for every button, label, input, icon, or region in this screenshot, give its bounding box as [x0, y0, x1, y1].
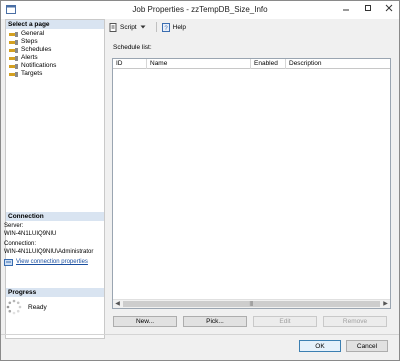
column-header-id[interactable]: ID — [113, 59, 147, 69]
page-item-label: Notifications — [21, 62, 57, 69]
connection-label: Connection: — [4, 241, 37, 247]
column-header-name[interactable]: Name — [147, 59, 251, 69]
page-item-label: Schedules — [21, 46, 52, 53]
progress-status-text: Ready — [28, 303, 47, 311]
help-button[interactable]: ? Help — [160, 22, 188, 33]
column-header-enabled[interactable]: Enabled — [251, 59, 286, 69]
wrench-icon — [9, 55, 18, 61]
cancel-button[interactable]: Cancel — [346, 340, 388, 352]
page-item-targets[interactable]: Targets — [6, 70, 104, 78]
pick-button[interactable]: Pick... — [183, 316, 247, 327]
page-item-steps[interactable]: Steps — [6, 38, 104, 46]
progress-header: Progress — [6, 288, 104, 297]
toolbar-separator — [155, 22, 157, 32]
remove-button[interactable]: Remove — [323, 316, 387, 327]
divider — [1, 334, 399, 335]
schedule-list-grid[interactable]: ID Name Enabled Description ◀ ||| ▶ — [112, 58, 391, 309]
page-item-label: Targets — [21, 70, 43, 77]
scroll-right-icon[interactable]: ▶ — [381, 300, 390, 309]
scroll-left-icon[interactable]: ◀ — [113, 300, 122, 309]
connection-header: Connection — [6, 212, 104, 221]
script-icon — [109, 22, 117, 32]
ok-button[interactable]: OK — [299, 340, 341, 352]
connection-info: Server: WIN-4N1LUIQ9NIU Connection: WIN-… — [4, 223, 99, 267]
minimize-button[interactable] — [335, 1, 357, 15]
maximize-button[interactable] — [357, 1, 379, 15]
server-label: Server: — [4, 223, 24, 229]
select-page-header: Select a page — [6, 20, 104, 29]
help-icon: ? — [161, 22, 170, 32]
page-list: General Steps Schedules Alerts Notificat… — [6, 30, 104, 78]
view-connection-properties-label: View connection properties — [16, 259, 88, 265]
wrench-icon — [9, 63, 18, 69]
scrollbar-thumb[interactable]: ||| — [123, 301, 380, 307]
page-item-schedules[interactable]: Schedules — [6, 46, 104, 54]
toolbar: Script ? Help — [107, 20, 397, 34]
page-item-alerts[interactable]: Alerts — [6, 54, 104, 62]
chevron-down-icon — [140, 25, 146, 29]
page-item-general[interactable]: General — [6, 30, 104, 38]
edit-button[interactable]: Edit — [253, 316, 317, 327]
page-item-label: Steps — [21, 38, 38, 45]
wrench-icon — [9, 39, 18, 45]
help-label: Help — [172, 23, 186, 31]
page-item-label: General — [21, 30, 45, 37]
job-properties-window: Job Properties - zzTempDB_Size_Info Sele… — [0, 0, 400, 361]
server-value: WIN-4N1LUIQ9NIU — [4, 230, 57, 237]
connection-value: WIN-4N1LUIQ9NIU\Administrator — [4, 248, 94, 255]
progress-status: Ready — [6, 299, 47, 315]
script-label: Script — [120, 23, 137, 31]
grid-header: ID Name Enabled Description — [113, 59, 390, 69]
horizontal-scrollbar[interactable]: ◀ ||| ▶ — [113, 299, 390, 308]
progress-spinner-icon — [6, 299, 22, 315]
wrench-icon — [9, 71, 18, 77]
close-icon — [385, 4, 393, 12]
view-connection-properties-link[interactable]: View connection properties — [4, 259, 99, 267]
page-item-label: Alerts — [21, 54, 38, 61]
script-button[interactable]: Script — [107, 22, 150, 33]
column-header-description[interactable]: Description — [286, 59, 390, 69]
maximize-icon — [365, 5, 371, 11]
wrench-icon — [9, 47, 18, 53]
page-item-notifications[interactable]: Notifications — [6, 62, 104, 70]
connection-properties-icon — [4, 259, 13, 267]
minimize-icon — [343, 9, 349, 11]
close-button[interactable] — [379, 1, 399, 15]
wrench-icon — [9, 31, 18, 37]
schedule-list-label: Schedule list: — [113, 44, 152, 51]
title-bar: Job Properties - zzTempDB_Size_Info — [1, 1, 399, 19]
new-button[interactable]: New... — [113, 316, 177, 327]
